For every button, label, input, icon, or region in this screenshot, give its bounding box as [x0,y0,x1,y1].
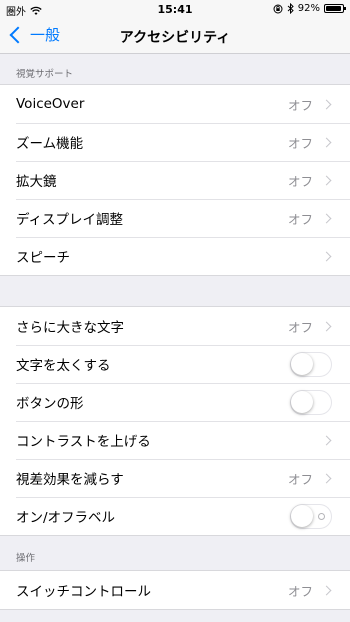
section-header-vision: 視覚サポート [16,69,74,80]
chevron-right-icon [321,251,332,261]
row-value: オフ [287,471,313,487]
row-value: オフ [287,583,313,599]
chevron-right-icon [321,473,332,483]
row-bold-text: 文字を太くする [0,345,350,383]
chevron-right-icon [321,435,332,445]
row-label: ディスプレイ調整 [16,212,124,228]
row-on-off-labels: オン/オフラベル [0,497,350,535]
on-off-labels-toggle[interactable] [290,503,332,529]
row-value: オフ [287,173,313,189]
row-value: オフ [287,211,313,227]
status-right: 92% [273,3,346,14]
row-label: ズーム機能 [16,136,84,152]
bluetooth-icon [287,3,294,14]
status-bar: 圏外 15:41 92% [0,0,350,20]
battery-icon [324,4,346,13]
page-title: アクセシビリティ [119,30,231,46]
settings-list: 視覚サポート VoiceOver オフ ズーム機能 オフ 拡大鏡 オフ ディスプ… [0,54,350,610]
row-increase-contrast[interactable]: コントラストを上げる [0,421,350,459]
battery-level [326,6,341,11]
row-switch-control[interactable]: スイッチコントロール オフ [0,571,350,609]
chevron-right-icon [321,213,332,223]
row-display-accommodations[interactable]: ディスプレイ調整 オフ [0,199,350,237]
row-speech[interactable]: スピーチ [0,237,350,275]
row-label: 文字を太くする [16,358,111,374]
bold-text-toggle[interactable] [290,351,332,377]
row-label: オン/オフラベル [16,510,116,526]
group-vision: VoiceOver オフ ズーム機能 オフ 拡大鏡 オフ ディスプレイ調整 オフ… [0,84,350,276]
group-interaction: スイッチコントロール オフ [0,570,350,610]
row-label: スピーチ [16,250,70,266]
row-label: コントラストを上げる [16,434,151,450]
row-label: 拡大鏡 [16,174,57,190]
off-label-ring-icon [318,512,325,520]
chevron-right-icon [321,585,332,595]
row-label: ボタンの形 [16,396,84,412]
row-voiceover[interactable]: VoiceOver オフ [0,85,350,123]
row-label: さらに大きな文字 [16,320,124,336]
row-value: オフ [287,135,313,151]
row-button-shapes: ボタンの形 [0,383,350,421]
toggle-knob [291,352,313,375]
row-label: VoiceOver [16,96,85,112]
row-larger-text[interactable]: さらに大きな文字 オフ [0,307,350,345]
battery-percent: 92% [297,3,320,14]
row-magnifier[interactable]: 拡大鏡 オフ [0,161,350,199]
row-label: 視差効果を減らす [16,472,124,488]
row-zoom[interactable]: ズーム機能 オフ [0,123,350,161]
row-label: スイッチコントロール [16,584,151,600]
navigation-bar: 一般 アクセシビリティ [0,20,350,54]
section-header-interaction: 操作 [16,553,36,564]
chevron-right-icon [321,99,332,109]
button-shapes-toggle[interactable] [290,389,332,415]
chevron-right-icon [321,321,332,331]
toggle-knob [291,504,313,527]
orientation-lock-icon [273,4,283,13]
chevron-right-icon [321,175,332,185]
row-value: オフ [287,319,313,335]
chevron-right-icon [321,137,332,147]
row-reduce-motion[interactable]: 視差効果を減らす オフ [0,459,350,497]
toggle-knob [291,390,313,413]
row-value: オフ [287,97,313,113]
group-display: さらに大きな文字 オフ 文字を太くする ボタンの形 コントラストを上げる 視差効… [0,306,350,536]
